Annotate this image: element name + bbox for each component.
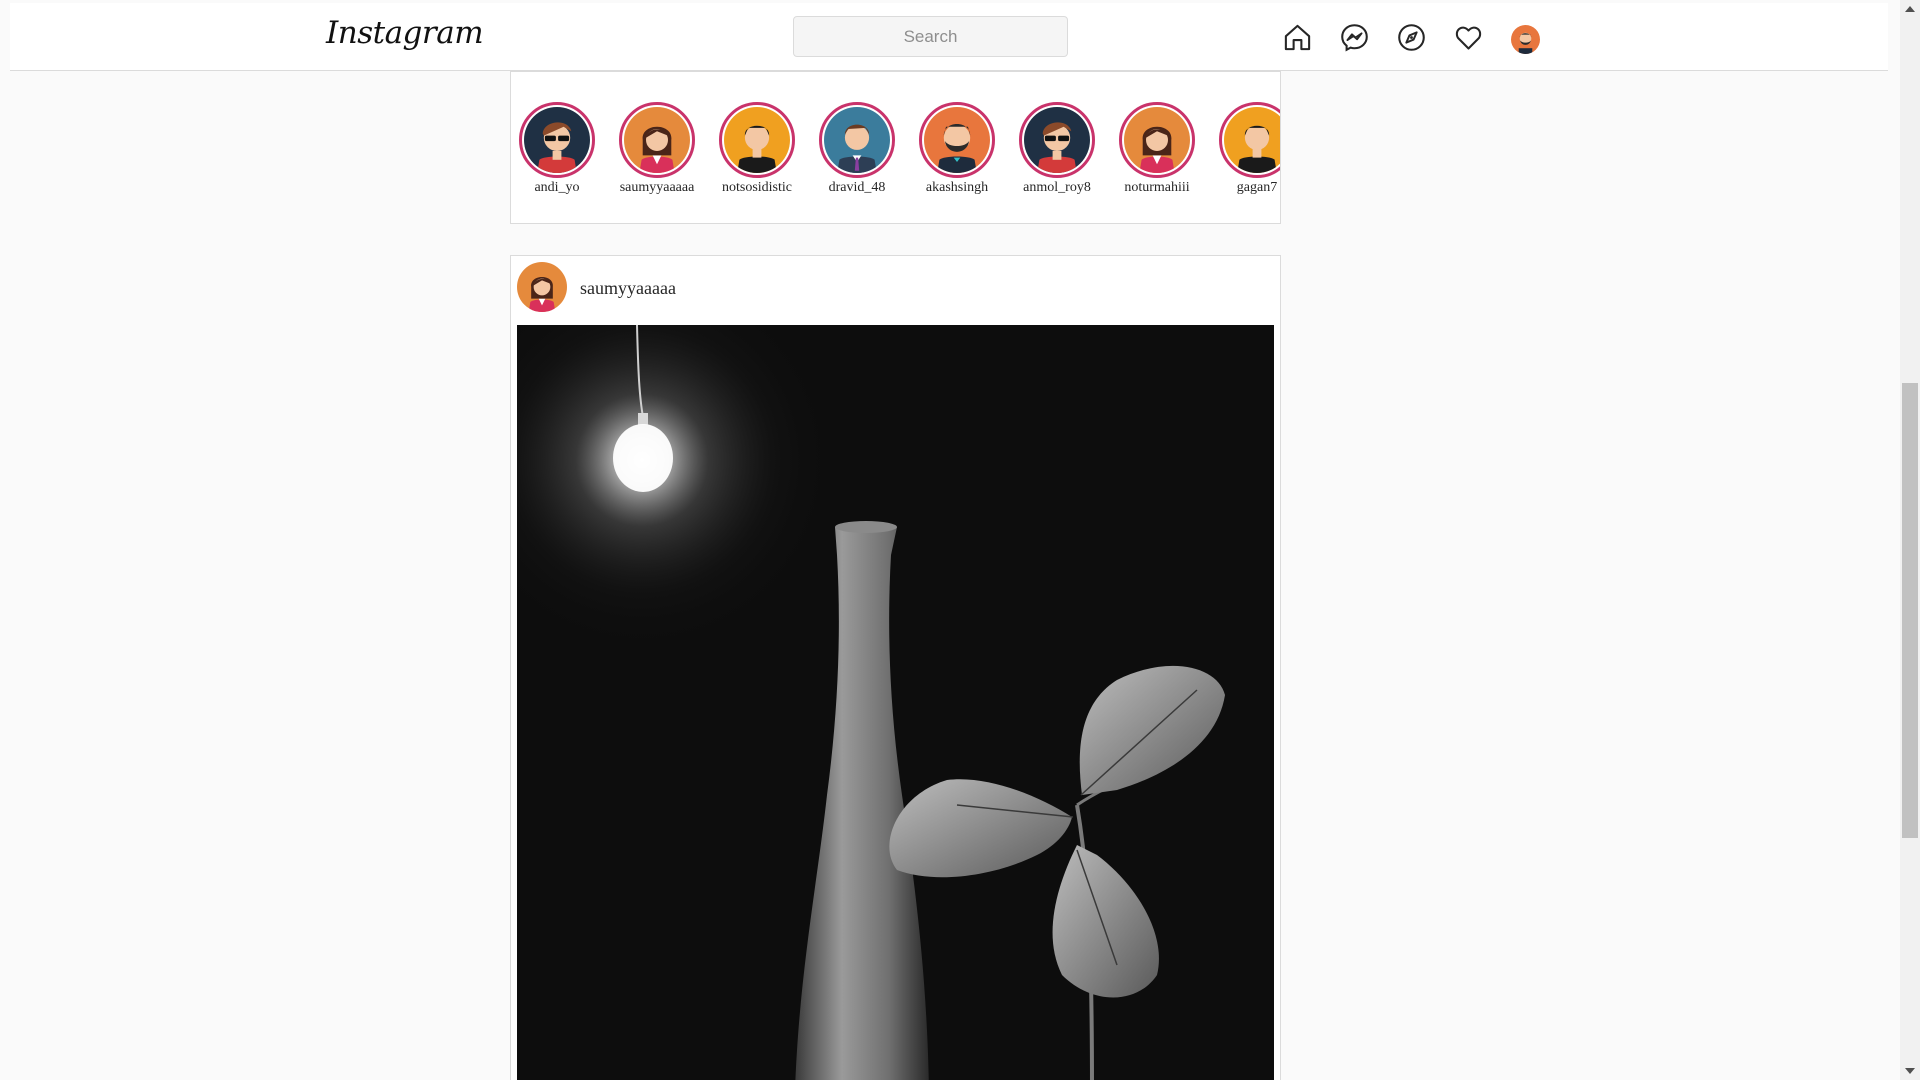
story-username: dravid_48 (828, 180, 886, 195)
story-avatar-ring (619, 102, 695, 178)
scroll-down-arrow[interactable] (1905, 1068, 1915, 1074)
story-username: anmol_roy8 (1023, 180, 1091, 195)
story-item[interactable]: dravid_48 (817, 102, 897, 196)
scroll-up-arrow[interactable] (1905, 6, 1915, 12)
instagram-logo[interactable]: Instagram (326, 15, 484, 51)
story-avatar-ring (919, 102, 995, 178)
home-icon[interactable] (1282, 22, 1313, 53)
stories-strip: andi_yo saumyyaaaaa notsosidistic dravid… (510, 71, 1281, 224)
story-item[interactable]: akashsingh (917, 102, 997, 196)
search-input[interactable] (793, 16, 1068, 57)
heart-icon[interactable] (1453, 22, 1484, 53)
story-username: saumyyaaaaa (619, 180, 695, 195)
avatar (824, 107, 890, 173)
post-photo[interactable] (517, 325, 1274, 1080)
avatar (1124, 107, 1190, 173)
story-username: gagan7 (1236, 180, 1278, 195)
avatar (724, 107, 790, 173)
story-item[interactable]: noturmahiii (1117, 102, 1197, 196)
page-scrollbar[interactable] (1900, 0, 1920, 1080)
messenger-icon[interactable] (1339, 22, 1370, 53)
vase-with-leaves-photo (517, 325, 1274, 1080)
story-item[interactable]: anmol_roy8 (1017, 102, 1097, 196)
story-avatar-ring (1219, 102, 1280, 178)
story-item[interactable]: andi_yo (517, 102, 597, 196)
avatar (1224, 107, 1280, 173)
story-avatar-ring (1119, 102, 1195, 178)
story-username: notsosidistic (721, 180, 792, 195)
story-item[interactable]: saumyyaaaaa (617, 102, 697, 196)
story-avatar-ring (719, 102, 795, 178)
story-username: akashsingh (925, 180, 989, 195)
story-avatar-ring (1019, 102, 1095, 178)
story-username: andi_yo (534, 180, 580, 195)
avatar (524, 107, 590, 173)
avatar (1024, 107, 1090, 173)
post-author-avatar[interactable] (517, 262, 567, 312)
feed-post: saumyyaaaaa (510, 255, 1281, 1080)
story-item[interactable]: gagan7 (1217, 102, 1280, 196)
story-username: noturmahiii (1124, 180, 1190, 195)
top-navigation-bar: Instagram (10, 3, 1888, 71)
avatar (924, 107, 990, 173)
profile-avatar[interactable] (1511, 25, 1540, 54)
story-avatar-ring (819, 102, 895, 178)
scrollbar-thumb[interactable] (1902, 383, 1918, 838)
avatar (624, 107, 690, 173)
post-author-username[interactable]: saumyyaaaaa (580, 278, 676, 299)
explore-icon[interactable] (1396, 22, 1427, 53)
story-item[interactable]: notsosidistic (717, 102, 797, 196)
story-avatar-ring (519, 102, 595, 178)
